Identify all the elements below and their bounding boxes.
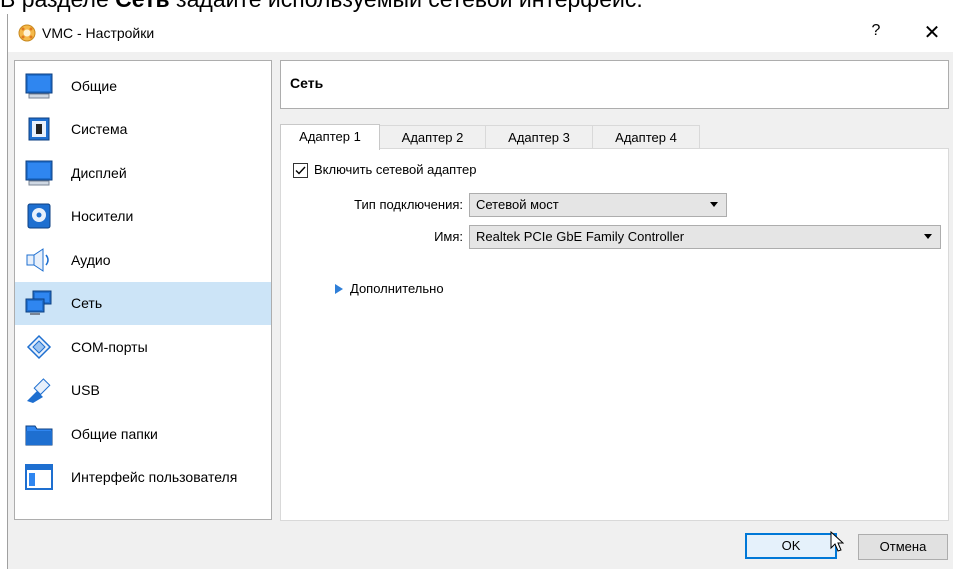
- section-title: Сеть: [290, 75, 324, 91]
- attachment-type-select[interactable]: Сетевой мост: [469, 193, 727, 217]
- enable-adapter-checkbox[interactable]: [293, 163, 308, 178]
- tab-adapter-4[interactable]: Адаптер 4: [592, 125, 700, 149]
- adapter-name-value: Realtek PCIe GbE Family Controller: [476, 229, 685, 244]
- adapter-name-label: Имя:: [434, 229, 463, 244]
- display-icon: [25, 160, 53, 186]
- folder-icon: [25, 425, 53, 446]
- speaker-icon: [26, 248, 49, 272]
- checkmark-icon: [295, 166, 306, 175]
- expand-arrow-icon[interactable]: [335, 284, 343, 294]
- disk-icon: [27, 203, 51, 229]
- sidebar-item-storage[interactable]: Носители: [15, 195, 271, 238]
- attachment-type-value: Сетевой мост: [476, 197, 559, 212]
- settings-window: VMC - Настройки ? ✕ Общие Система Диспле…: [7, 14, 953, 569]
- caption-prefix: В разделе: [0, 0, 115, 12]
- help-button[interactable]: ?: [864, 22, 888, 40]
- usb-icon: [27, 378, 51, 403]
- serial-port-icon: [26, 334, 52, 360]
- monitor-icon: [25, 73, 53, 99]
- sidebar-item-network[interactable]: Сеть: [15, 282, 271, 325]
- instruction-caption: В разделе Сеть задайте используемый сете…: [0, 0, 643, 13]
- sidebar-item-label: USB: [71, 382, 100, 398]
- chip-icon: [28, 117, 50, 141]
- dialog-body: Общие Система Дисплей Носители Аудио Сет…: [8, 52, 953, 569]
- sidebar-item-label: Дисплей: [71, 165, 127, 181]
- window-ui-icon: [25, 464, 53, 490]
- mouse-cursor-icon: [830, 531, 844, 552]
- cancel-button[interactable]: Отмена: [858, 534, 948, 560]
- caption-suffix: задайте используемый сетевой интерфейс.: [170, 0, 643, 12]
- chevron-down-icon: [710, 202, 718, 207]
- adapter-panel: Включить сетевой адаптер Тип подключения…: [280, 148, 949, 521]
- title-bar: VMC - Настройки ? ✕: [8, 14, 953, 52]
- sidebar-item-user-interface[interactable]: Интерфейс пользователя: [15, 456, 271, 499]
- tab-adapter-3[interactable]: Адаптер 3: [485, 125, 593, 149]
- sidebar-item-label: COM-порты: [71, 339, 148, 355]
- sidebar-item-general[interactable]: Общие: [15, 65, 271, 108]
- attachment-type-label: Тип подключения:: [354, 197, 463, 212]
- enable-adapter-label: Включить сетевой адаптер: [314, 162, 477, 177]
- close-button[interactable]: ✕: [920, 20, 944, 45]
- sidebar-item-label: Общие папки: [71, 426, 158, 442]
- sidebar-item-display[interactable]: Дисплей: [15, 152, 271, 195]
- sidebar-item-label: Носители: [71, 208, 134, 224]
- section-header: Сеть: [280, 60, 949, 109]
- ok-button[interactable]: OK: [745, 533, 837, 559]
- sidebar-item-label: Сеть: [71, 295, 103, 311]
- settings-sidebar: Общие Система Дисплей Носители Аудио Сет…: [14, 60, 272, 520]
- sidebar-item-com-ports[interactable]: COM-порты: [15, 326, 271, 369]
- sidebar-item-label: Аудио: [71, 252, 111, 268]
- network-icon: [25, 290, 52, 315]
- sidebar-item-audio[interactable]: Аудио: [15, 239, 271, 282]
- window-title: VMC - Настройки: [42, 25, 155, 41]
- caption-bold: Сеть: [115, 0, 170, 12]
- chevron-down-icon: [924, 234, 932, 239]
- sidebar-item-system[interactable]: Система: [15, 108, 271, 151]
- tab-adapter-1[interactable]: Адаптер 1: [280, 124, 380, 150]
- sidebar-item-usb[interactable]: USB: [15, 369, 271, 412]
- adapter-name-select[interactable]: Realtek PCIe GbE Family Controller: [469, 225, 941, 249]
- advanced-toggle[interactable]: Дополнительно: [350, 281, 444, 296]
- sidebar-item-label: Общие: [71, 78, 118, 94]
- app-icon: [18, 24, 36, 42]
- tab-adapter-2[interactable]: Адаптер 2: [379, 125, 486, 149]
- sidebar-item-label: Интерфейс пользователя: [71, 469, 238, 485]
- sidebar-item-shared-folders[interactable]: Общие папки: [15, 413, 271, 456]
- sidebar-item-label: Система: [71, 121, 128, 137]
